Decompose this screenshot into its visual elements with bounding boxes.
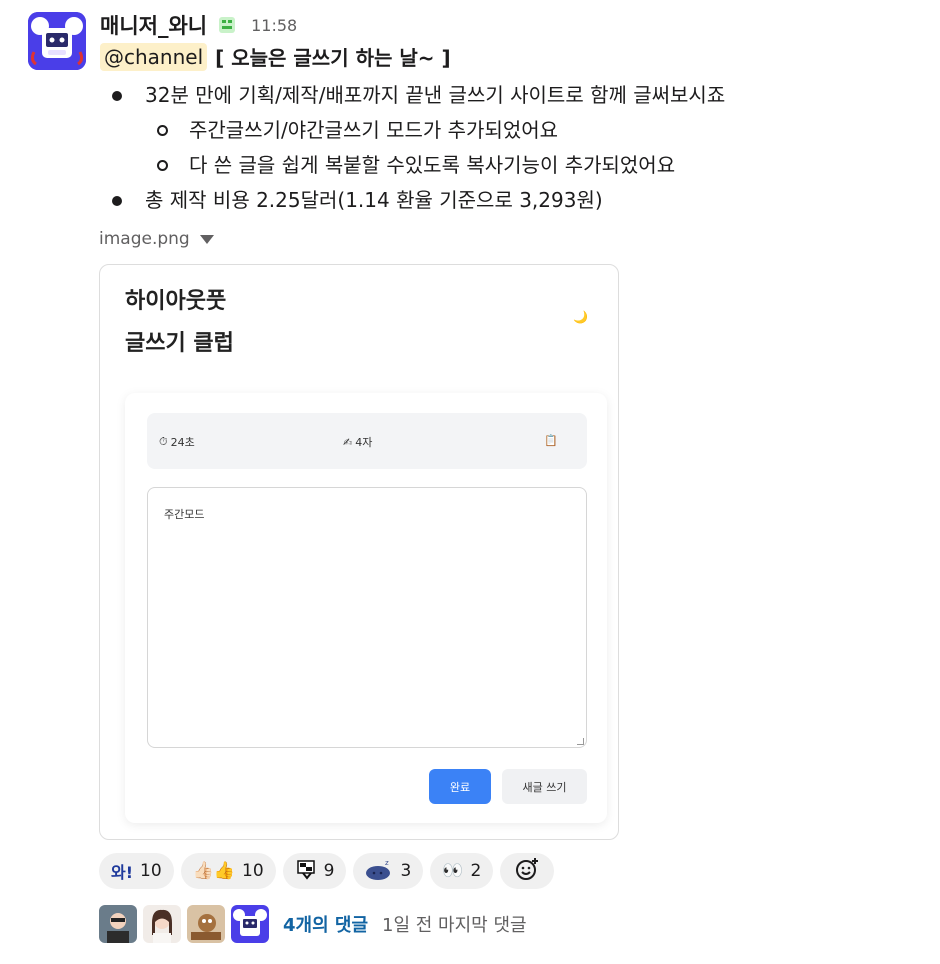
reaction-count: 10 — [242, 861, 264, 881]
app-title-line1: 하이아웃풋 — [125, 289, 227, 314]
sleeping-blob-icon: z — [365, 858, 393, 885]
clipboard-icon: 📋 — [544, 434, 558, 447]
avatar[interactable] — [231, 905, 269, 943]
new-post-button: 새글 쓰기 — [502, 769, 587, 804]
eyes-icon: 👀 — [442, 861, 464, 881]
timer-value: 24초 — [170, 436, 195, 449]
add-reaction-icon — [514, 856, 540, 887]
copy-stat: 📋 — [544, 434, 558, 447]
username[interactable]: 매니저_와니 — [100, 10, 207, 40]
svg-text:z: z — [385, 859, 389, 867]
reaction-count: 9 — [323, 861, 335, 881]
char-count-value: 4자 — [355, 436, 373, 449]
add-reaction-button[interactable] — [500, 853, 555, 889]
timestamp[interactable]: 11:58 — [251, 16, 297, 35]
user-avatar[interactable] — [28, 12, 86, 70]
timer-stat: ⏱ 24초 — [159, 434, 195, 450]
reaction-thumbsup[interactable]: 👍🏻👍 10 — [180, 853, 276, 889]
list-item: 주간글쓰기/야간글쓰기 모드가 추가되었어요 — [100, 113, 725, 148]
char-count-stat: ✍ 4자 — [343, 434, 372, 450]
done-button: 완료 — [429, 769, 491, 804]
timer-icon: ⏱ — [159, 435, 168, 448]
writing-card: ⏱ 24초 ✍ 4자 📋 주간모드 완료 새글 쓰기 — [125, 393, 607, 823]
avatar[interactable] — [143, 905, 181, 943]
thumbs-up-icon: 👍🏻👍 — [192, 861, 236, 881]
message-headline: [ 오늘은 글쓰기 하는 날~ ] — [215, 46, 451, 70]
reaction-wa[interactable]: 와! 10 — [99, 853, 174, 889]
image-preview[interactable]: 하이아웃풋 글쓰기 클럽 🌙 ⏱ 24초 ✍ 4자 📋 주간모드 완료 새글 쓰… — [99, 264, 619, 840]
attachment-filename-label[interactable]: image.png — [99, 229, 190, 249]
reaction-sleeping[interactable]: z 3 — [353, 853, 424, 889]
stats-bar: ⏱ 24초 ✍ 4자 📋 — [147, 413, 587, 469]
reaction-count: 2 — [470, 861, 482, 881]
flag-icon — [295, 858, 317, 885]
list-item: 다 쓴 글을 쉽게 복붙할 수있도록 복사기능이 추가되었어요 — [100, 148, 725, 183]
app-title-line2: 글쓰기 클럽 — [125, 331, 234, 356]
moon-icon: 🌙 — [573, 310, 588, 324]
reaction-count: 10 — [140, 861, 162, 881]
wa-emoji-icon: 와! — [111, 863, 134, 882]
reactions-bar: 와! 10 👍🏻👍 10 9 z 3 👀 2 — [99, 853, 555, 889]
pencil-icon: ✍ — [343, 435, 353, 449]
thread-summary[interactable]: 4개의 댓글 1일 전 마지막 댓글 — [99, 905, 527, 943]
reaction-flag[interactable]: 9 — [282, 853, 347, 889]
avatar[interactable] — [99, 905, 137, 943]
reaction-count: 3 — [400, 861, 412, 881]
channel-mention[interactable]: @channel — [100, 42, 208, 71]
writing-textarea: 주간모드 — [147, 487, 587, 748]
list-item: 총 제작 비용 2.25달러(1.14 환율 기준으로 3,293원) — [100, 183, 725, 218]
reaction-eyes[interactable]: 👀 2 — [430, 853, 494, 889]
message-first-line: @channel [ 오늘은 글쓰기 하는 날~ ] — [100, 42, 451, 71]
last-reply-time: 1일 전 마지막 댓글 — [382, 915, 527, 936]
message-bullet-list: 32분 만에 기획/제작/배포까지 끝낸 글쓰기 사이트로 함께 글써보시죠 주… — [100, 78, 725, 218]
resize-handle-icon — [577, 738, 584, 745]
message-header: 매니저_와니 11:58 — [100, 10, 297, 40]
status-emoji-icon — [217, 15, 237, 35]
textarea-placeholder: 주간모드 — [164, 508, 205, 521]
chevron-down-icon[interactable] — [199, 234, 214, 244]
list-item: 32분 만에 기획/제작/배포까지 끝낸 글쓰기 사이트로 함께 글써보시죠 — [100, 78, 725, 113]
reply-count-link[interactable]: 4개의 댓글 — [283, 911, 368, 937]
attachment-filename: image.png — [99, 229, 214, 249]
avatar[interactable] — [187, 905, 225, 943]
